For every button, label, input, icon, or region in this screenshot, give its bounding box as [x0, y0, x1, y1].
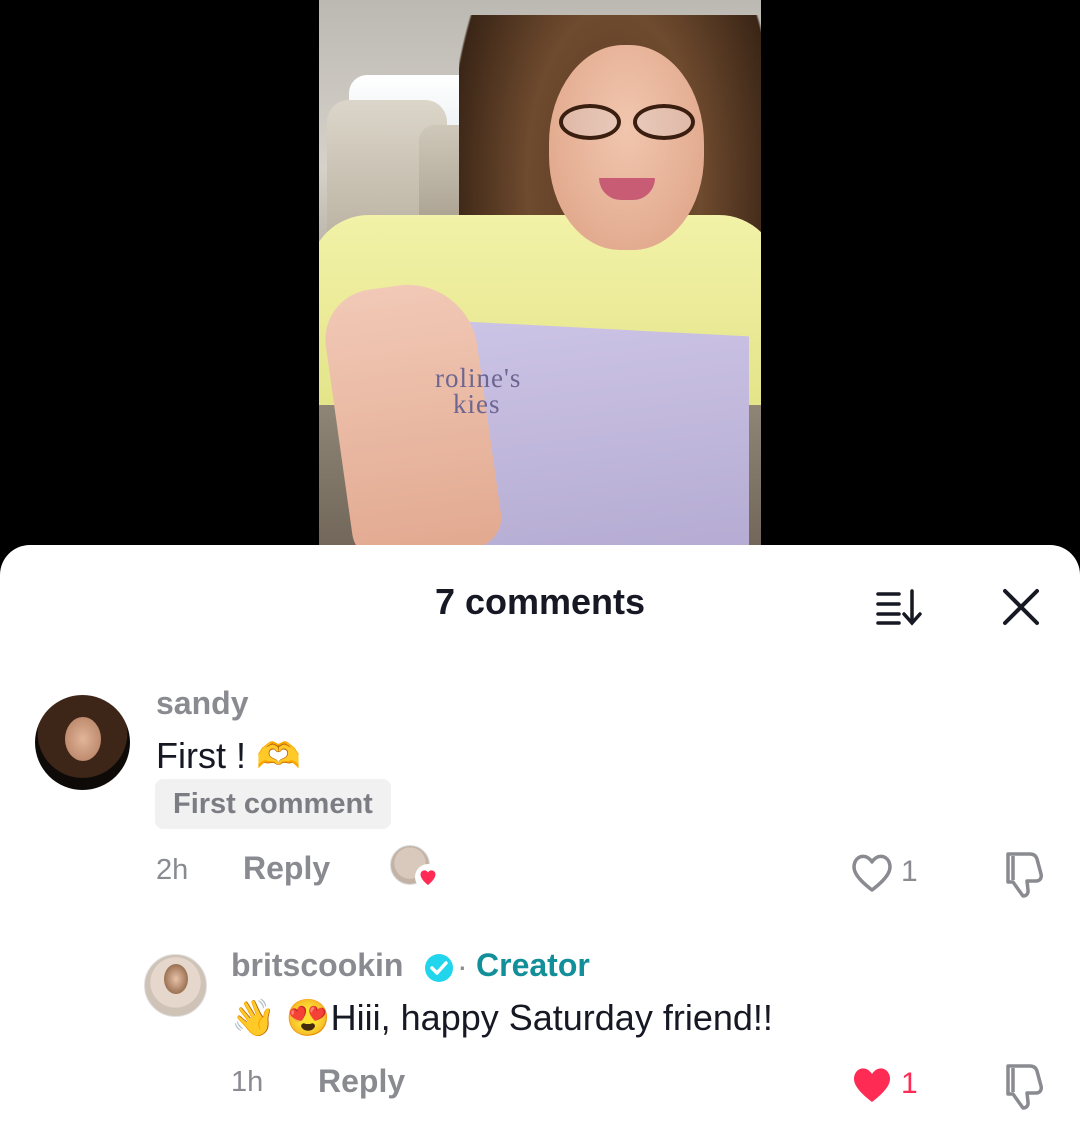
dislike-icon[interactable]	[1000, 1060, 1046, 1112]
video-player[interactable]: roline's kies	[319, 0, 761, 560]
verified-badge-icon	[425, 954, 453, 982]
box-brand-text: roline's kies	[435, 363, 522, 419]
first-comment-badge: First comment	[155, 779, 391, 829]
comments-sheet: 7 comments sandy First ! 🫶 First comment…	[0, 545, 1080, 1145]
brand-line-2: kies	[453, 389, 501, 419]
heart-outline-icon[interactable]	[849, 850, 895, 894]
close-icon[interactable]	[997, 583, 1045, 631]
reply-button[interactable]: Reply	[243, 850, 330, 887]
like-count: 1	[901, 1067, 918, 1100]
brand-line-1: roline's	[435, 363, 522, 393]
comment-time: 1h	[231, 1066, 264, 1098]
creator-label: Creator	[476, 947, 590, 983]
comment-time: 2h	[156, 854, 189, 886]
comment-text: First ! 🫶	[156, 735, 301, 776]
avatar[interactable]	[35, 695, 130, 790]
person-face	[549, 45, 704, 250]
sort-icon[interactable]	[875, 587, 925, 627]
creator-avatar[interactable]	[144, 954, 207, 1017]
separator-dot: ·	[457, 948, 468, 984]
reply-button[interactable]: Reply	[318, 1063, 405, 1100]
comment-text: 👋 😍Hiii, happy Saturday friend!!	[231, 997, 773, 1038]
comment-username[interactable]: sandy	[156, 685, 248, 722]
liked-by-creator-indicator	[390, 845, 441, 891]
glasses	[555, 104, 700, 142]
heart-icon	[415, 864, 441, 890]
like-count: 1	[901, 855, 918, 888]
comment-username[interactable]: britscookin	[231, 947, 403, 984]
heart-filled-icon[interactable]	[849, 1062, 895, 1106]
dislike-icon[interactable]	[1000, 848, 1046, 900]
